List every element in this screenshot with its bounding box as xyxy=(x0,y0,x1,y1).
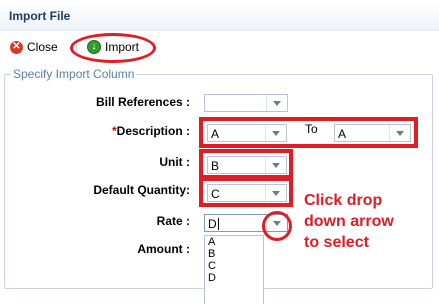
amount-label: Amount : xyxy=(137,242,190,256)
description-highlight-box xyxy=(199,117,418,148)
dropdown-option[interactable]: B xyxy=(205,248,263,260)
default-quantity-label: Default Quantity: xyxy=(93,183,190,197)
description-label: *Description : xyxy=(0,124,190,138)
unit-highlight-box xyxy=(199,149,293,179)
unit-label: Unit : xyxy=(159,155,190,169)
annotation-line-1: Click drop xyxy=(304,192,383,209)
close-icon: ✕ xyxy=(10,40,23,54)
instruction-annotation: Click drop down arrow to select xyxy=(304,190,394,253)
rate-label: Rate : xyxy=(156,214,190,228)
dropdown-option[interactable]: A xyxy=(205,236,263,248)
bill-references-dropdown-arrow-icon[interactable] xyxy=(266,95,287,111)
close-button[interactable]: ✕ Close xyxy=(10,39,58,55)
rate-arrow-highlight-circle xyxy=(262,211,292,241)
rate-dropdown-list: A B C D xyxy=(204,235,264,304)
toolbar: ✕ Close ↓ Import xyxy=(0,31,439,59)
bill-references-label: Bill References : xyxy=(95,95,190,109)
bill-references-select[interactable] xyxy=(204,94,288,112)
import-highlight-oval xyxy=(70,33,156,63)
annotation-line-2: down arrow xyxy=(304,213,394,230)
description-label-text: Description : xyxy=(116,124,190,138)
dropdown-option[interactable]: C xyxy=(205,260,263,272)
window-title: Import File xyxy=(9,9,71,23)
annotation-line-3: to select xyxy=(304,234,369,251)
close-button-label: Close xyxy=(27,40,58,54)
rate-value[interactable]: D xyxy=(208,217,219,231)
group-legend: Specify Import Column xyxy=(13,67,135,81)
rate-value-text: D xyxy=(208,217,217,231)
default-quantity-highlight-box xyxy=(199,177,293,207)
dropdown-option[interactable]: D xyxy=(205,272,263,284)
text-caret xyxy=(217,218,219,230)
title-bar: Import File xyxy=(0,0,439,31)
